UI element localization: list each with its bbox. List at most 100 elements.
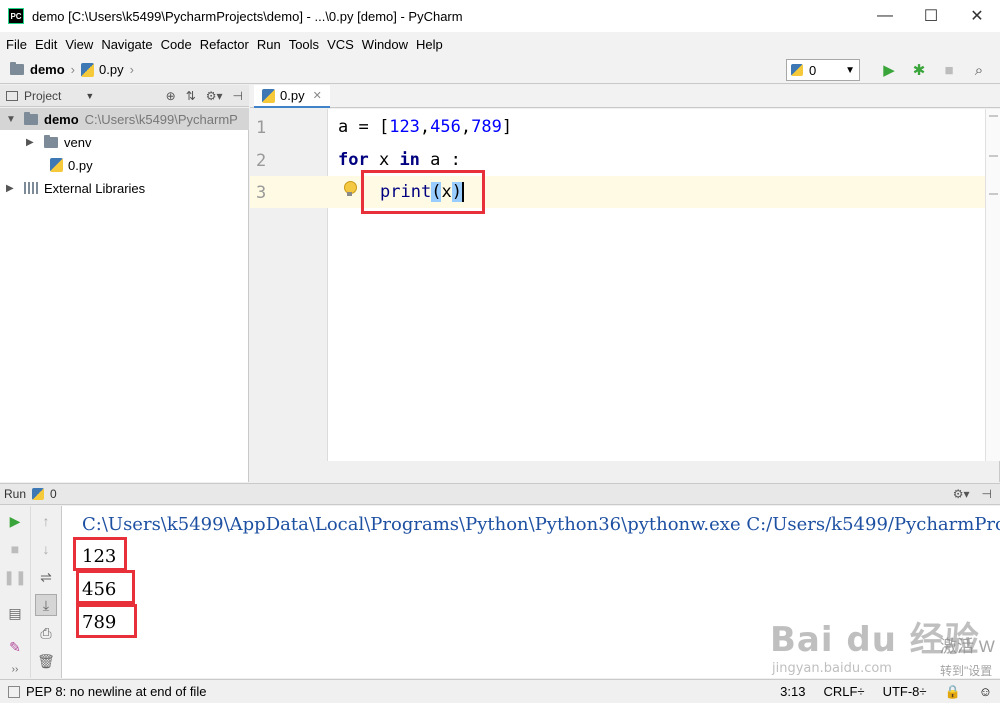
project-view-icon <box>6 90 18 101</box>
trash-icon[interactable]: 🗑 <box>35 650 57 672</box>
run-panel-config[interactable]: 0 <box>50 487 57 501</box>
lightbulb-icon[interactable] <box>343 181 357 198</box>
rerun-button[interactable]: ▶ <box>4 510 26 532</box>
run-panel-header: Run 0 ⚙▾ ⊣ <box>0 483 1000 505</box>
line-number: 2 <box>256 151 267 171</box>
cursor-position[interactable]: 3:13 <box>780 684 805 699</box>
code-token: a : <box>419 150 461 170</box>
chevron-right-icon[interactable]: ▶ <box>6 183 18 194</box>
close-button[interactable]: ✕ <box>954 0 1000 32</box>
tree-item-label: External Libraries <box>44 180 146 196</box>
lock-icon[interactable]: 🔒 <box>945 684 961 700</box>
tree-item-external-libraries[interactable]: ▶ External Libraries <box>6 177 145 199</box>
highlight-box <box>73 537 127 571</box>
menu-run[interactable]: Run <box>257 37 281 52</box>
scroll-to-end-icon[interactable]: ⤓ <box>35 594 57 616</box>
debug-button[interactable]: ✱ <box>904 59 934 81</box>
status-bar: PEP 8: no newline at end of file 3:13 CR… <box>0 679 1000 703</box>
menu-view[interactable]: View <box>65 37 93 52</box>
menu-refactor[interactable]: Refactor <box>200 37 249 52</box>
hide-panel-icon[interactable]: ⊣ <box>233 89 243 103</box>
chevron-down-icon[interactable]: ▼ <box>85 91 94 101</box>
editor-bottom-bar <box>250 461 1000 482</box>
windows-activation-text: 激活 W <box>940 637 995 656</box>
status-message: PEP 8: no newline at end of file <box>26 684 207 699</box>
menu-navigate[interactable]: Navigate <box>101 37 152 52</box>
run-toolbar-primary: ▶ ■ ❚❚ ▤ ✎ ›› <box>0 506 31 678</box>
inspector-icon[interactable]: ☺ <box>979 684 992 699</box>
breadcrumb-separator-icon: › <box>129 62 134 77</box>
gear-icon[interactable]: ⚙▾ <box>953 487 970 501</box>
tab-label: 0.py <box>280 88 305 103</box>
hide-panel-icon[interactable]: ⊣ <box>982 487 992 501</box>
print-icon[interactable]: ⎙ <box>35 622 57 644</box>
tree-item-file[interactable]: 0.py <box>50 154 93 176</box>
stripe-mark <box>989 193 998 195</box>
tree-item-label: demo <box>44 111 79 127</box>
highlight-box <box>76 570 135 604</box>
code-number: 123 <box>389 117 420 137</box>
pin-icon[interactable]: ✎ <box>4 636 26 658</box>
minimize-button[interactable]: — <box>862 0 908 32</box>
line-separator[interactable]: CRLF÷ <box>823 684 864 699</box>
tree-item-label: 0.py <box>68 157 93 173</box>
close-icon[interactable]: ✕ <box>313 89 322 102</box>
file-encoding[interactable]: UTF-8÷ <box>883 684 927 699</box>
highlight-box <box>76 604 137 638</box>
folder-icon <box>24 111 38 125</box>
menu-window[interactable]: Window <box>362 37 408 52</box>
collapse-icon[interactable]: ⇅ <box>186 89 196 103</box>
menu-code[interactable]: Code <box>161 37 192 52</box>
arrow-up-icon[interactable]: ↑ <box>35 510 57 532</box>
run-toolbar-secondary: ↑ ↓ ⇌ ⤓ ⎙ 🗑 <box>31 506 62 678</box>
stop-button[interactable]: ■ <box>4 538 26 560</box>
console-command: C:\Users\k5499\AppData\Local\Programs\Py… <box>82 514 1000 535</box>
search-icon[interactable]: ⌕ <box>964 59 994 81</box>
pycharm-logo-icon: PC <box>8 8 24 24</box>
editor-tab-bar: 0.py ✕ <box>250 85 1000 108</box>
python-file-icon <box>50 158 63 172</box>
tree-item-venv[interactable]: ▶ venv <box>26 131 91 153</box>
panel-toggle-icon[interactable] <box>8 685 20 698</box>
tab-0-py[interactable]: 0.py ✕ <box>254 85 330 108</box>
menu-edit[interactable]: Edit <box>35 37 57 52</box>
tree-item-path: C:\Users\k5499\PycharmP <box>84 111 238 127</box>
chevron-right-icon[interactable]: ▶ <box>26 137 38 148</box>
code-keyword: for <box>338 150 369 170</box>
tree-item-demo[interactable]: ▼ demo C:\Users\k5499\PycharmP <box>0 108 249 130</box>
menu-vcs[interactable]: VCS <box>327 37 354 52</box>
menu-tools[interactable]: Tools <box>289 37 319 52</box>
breadcrumb-file[interactable]: 0.py <box>99 62 124 77</box>
run-configuration-select[interactable]: 0 ▼ <box>786 59 860 81</box>
code-line-2: for x in a : <box>338 150 461 170</box>
more-icon[interactable]: ›› <box>4 658 26 680</box>
chevron-down-icon: ▼ <box>845 64 855 76</box>
window-controls: — ☐ ✕ <box>862 0 1000 32</box>
gear-icon[interactable]: ⚙▾ <box>206 89 223 103</box>
project-panel-tools: ⊕ ⇅ ⚙▾ ⊣ <box>166 89 243 103</box>
run-configuration-value: 0 <box>809 62 817 78</box>
toolbar-right: 0 ▼ ▶ ✱ ■ ⌕ <box>786 58 994 82</box>
error-stripe <box>985 109 1000 461</box>
code-token: [ <box>378 117 390 137</box>
arrow-down-icon[interactable]: ↓ <box>35 538 57 560</box>
maximize-button[interactable]: ☐ <box>908 0 954 32</box>
project-panel-title[interactable]: Project <box>24 89 61 103</box>
menu-help[interactable]: Help <box>416 37 443 52</box>
locate-icon[interactable]: ⊕ <box>166 89 176 103</box>
code-token: a = <box>338 117 379 137</box>
breadcrumb-project[interactable]: demo <box>30 62 65 77</box>
code-token: , <box>460 117 472 137</box>
layout-icon[interactable]: ▤ <box>4 602 26 624</box>
code-number: 789 <box>471 117 502 137</box>
run-panel-title[interactable]: Run <box>4 487 26 501</box>
chevron-down-icon[interactable]: ▼ <box>6 114 18 125</box>
pause-button[interactable]: ❚❚ <box>3 566 26 588</box>
stop-button[interactable]: ■ <box>934 59 964 81</box>
run-button[interactable]: ▶ <box>874 59 904 81</box>
python-file-icon <box>262 88 275 103</box>
menu-file[interactable]: File <box>6 37 27 52</box>
project-panel-header: Project ▼ ⊕ ⇅ ⚙▾ ⊣ <box>0 85 249 107</box>
code-keyword: in <box>399 150 420 170</box>
soft-wrap-icon[interactable]: ⇌ <box>35 566 57 588</box>
